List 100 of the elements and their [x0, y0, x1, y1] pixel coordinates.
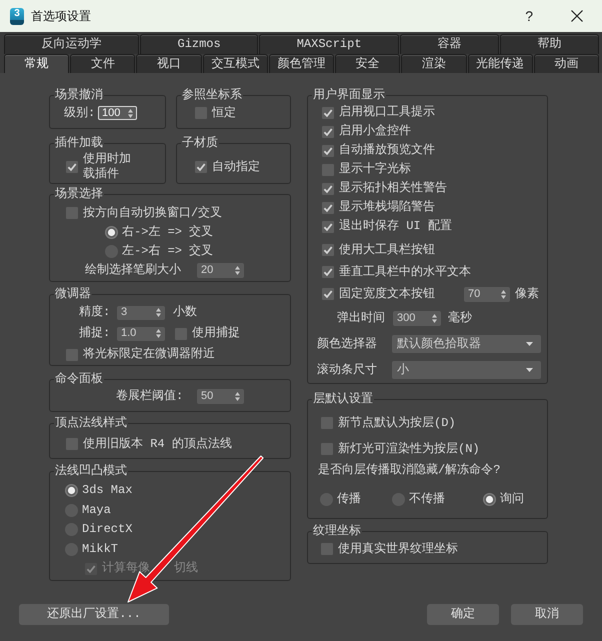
spinner-field[interactable]: 300: [393, 310, 441, 326]
spinner-arrows-icon[interactable]: [501, 290, 506, 298]
radio-label: 右->左 => 交叉: [122, 224, 214, 240]
close-icon[interactable]: [571, 10, 583, 22]
checkbox[interactable]: [322, 288, 334, 300]
checkbox-label: 新节点默认为按层(D): [338, 416, 456, 430]
checkbox[interactable]: [322, 144, 334, 156]
checkbox[interactable]: [322, 106, 334, 118]
spinner-arrows-icon[interactable]: [156, 308, 161, 317]
spinner-field[interactable]: 3: [117, 306, 165, 320]
tab[interactable]: 文件: [70, 54, 136, 73]
radio-label: DirectX: [82, 522, 132, 538]
checkbox-label: 显示拓扑相关性警告: [339, 181, 447, 196]
tab[interactable]: 动画: [534, 54, 599, 73]
checkbox[interactable]: [322, 126, 334, 138]
radio-button[interactable]: [65, 484, 78, 498]
checkbox[interactable]: [322, 164, 334, 176]
checkbox[interactable]: [195, 161, 207, 173]
spinner-field[interactable]: 50: [197, 388, 244, 404]
tab[interactable]: 反向运动学: [4, 34, 139, 54]
spinner-arrows-icon[interactable]: [432, 314, 437, 322]
radio-label: 3ds Max: [82, 483, 132, 498]
tab[interactable]: 帮助: [500, 34, 600, 54]
group-title: 用户界面显示: [312, 89, 386, 101]
caret-icon[interactable]: [526, 368, 533, 372]
close-button[interactable]: [568, 10, 586, 22]
checkbox[interactable]: [322, 220, 334, 232]
spinner-arrows-icon[interactable]: [128, 108, 133, 118]
unit-label: 毫秒: [448, 310, 472, 326]
window-title: 首选项设置: [31, 8, 91, 24]
spinner-arrows-icon[interactable]: [235, 392, 240, 400]
checkbox-label: 使用旧版本 R4 的顶点法线: [83, 436, 232, 452]
group-title: 子材质: [181, 137, 219, 149]
checkbox[interactable]: [66, 438, 78, 450]
tab[interactable]: 常规: [4, 54, 70, 73]
field-label: 精度:: [79, 305, 112, 320]
radio-label: 左->右 => 交叉: [122, 244, 214, 258]
checkbox[interactable]: [175, 328, 187, 340]
checkbox[interactable]: [321, 443, 333, 455]
app-logo: 3: [10, 8, 24, 24]
spinner-field[interactable]: 20: [197, 262, 244, 278]
checkbox-label: 恒定: [212, 106, 236, 120]
checkbox[interactable]: [195, 107, 207, 119]
group-title: 顶点法线样式: [54, 417, 128, 429]
tab[interactable]: 渲染: [401, 54, 467, 73]
field-label: 捕捉:: [79, 326, 112, 341]
radio-label: Maya: [82, 502, 111, 518]
tab[interactable]: MAXScript: [259, 34, 400, 54]
checkbox-label: 将光标限定在微调器附近: [83, 347, 215, 362]
group-title: 层默认设置: [312, 393, 374, 405]
dropdown[interactable]: 默认颜色拾取器: [392, 335, 541, 353]
tab[interactable]: 颜色管理: [268, 54, 334, 73]
spinner-arrows-icon[interactable]: [156, 329, 161, 338]
checkbox-label: 切线: [174, 561, 198, 576]
spinner-field[interactable]: 100: [98, 106, 137, 120]
dropdown[interactable]: 小: [392, 361, 541, 379]
checkbox[interactable]: [66, 207, 78, 219]
group-title: 场景选择: [54, 188, 104, 200]
radio-button[interactable]: [105, 226, 118, 238]
checkbox[interactable]: [321, 543, 333, 555]
checkbox-label: 启用视口工具提示: [339, 105, 435, 120]
tab[interactable]: 容器: [400, 34, 500, 54]
checkbox[interactable]: [66, 348, 78, 360]
checkbox-label: 按方向自动切换窗口/交叉: [83, 206, 222, 220]
caret-icon[interactable]: [526, 342, 533, 346]
checkbox-label: 使用捕捉: [192, 326, 240, 341]
group-title: 纹理坐标: [312, 525, 362, 537]
checkbox-label: 显示堆栈塌陷警告: [339, 200, 435, 215]
checkbox[interactable]: [66, 161, 78, 173]
checkbox[interactable]: [322, 266, 334, 278]
dialog-button[interactable]: 还原出厂设置...: [19, 604, 169, 625]
checkbox[interactable]: [322, 202, 334, 214]
radio-button[interactable]: [483, 492, 496, 506]
checkbox[interactable]: [322, 182, 334, 194]
checkbox-label: 垂直工具栏中的水平文本: [339, 264, 471, 280]
tab[interactable]: 光能传递: [468, 54, 533, 73]
unit-label: 像素: [515, 286, 539, 302]
tab[interactable]: 交互模式: [202, 54, 268, 73]
checkbox-label: 自动指定: [212, 160, 260, 174]
dialog-button[interactable]: 确定: [427, 604, 499, 625]
checkbox-label: 固定宽度文本按钮: [339, 286, 436, 302]
spinner-field[interactable]: 1.0: [117, 326, 165, 340]
help-button[interactable]: ?: [522, 9, 536, 23]
checkbox-label: 使用真实世界纹理坐标: [338, 542, 458, 556]
radio-label: 询问: [500, 492, 524, 506]
dialog-button[interactable]: 取消: [511, 604, 583, 625]
checkbox[interactable]: [322, 244, 334, 256]
tab[interactable]: Gizmos: [140, 34, 258, 54]
spinner-arrows-icon[interactable]: [235, 266, 240, 274]
field-label: 滚动条尺寸: [317, 362, 378, 378]
radio-label: MikkT: [82, 542, 118, 557]
group-title: 微调器: [54, 288, 92, 300]
checkbox-label: 启用小盒控件: [339, 124, 411, 139]
tab[interactable]: 安全: [335, 54, 400, 73]
checkbox-label: 退出时保存 UI 配置: [339, 219, 452, 234]
group-title: 命令面板: [54, 373, 104, 385]
spinner-field[interactable]: 70: [464, 286, 510, 302]
group-title: 插件加载: [54, 137, 104, 149]
checkbox[interactable]: [321, 417, 333, 429]
tab[interactable]: 视口: [136, 54, 202, 73]
